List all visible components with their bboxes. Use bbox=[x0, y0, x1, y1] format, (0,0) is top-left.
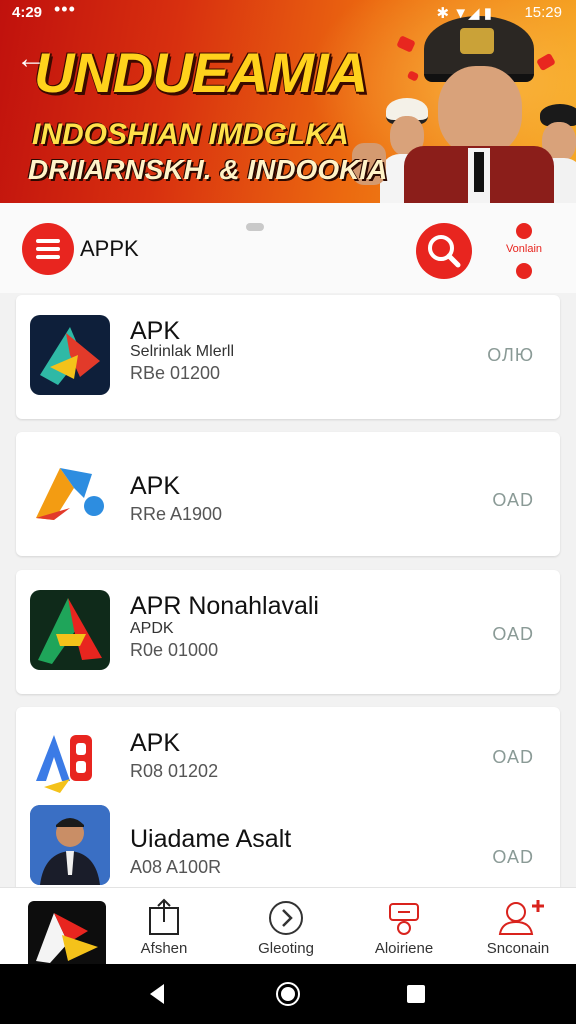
play-circle-icon bbox=[269, 901, 303, 935]
search-label[interactable]: APPK bbox=[80, 236, 139, 262]
alarm-icon bbox=[389, 903, 419, 935]
app-logo[interactable] bbox=[28, 901, 106, 965]
app-card[interactable]: APK R08 01202 ОАD Uiadame Asalt A08 A100… bbox=[16, 707, 560, 897]
status-time: 4:29 bbox=[12, 4, 43, 21]
banner-title: UNDUEAMIA bbox=[34, 41, 368, 104]
main-content: APPK Vonlain APK Selrinlak Mlerll RBe 01… bbox=[0, 203, 576, 897]
app-title: APK bbox=[130, 729, 181, 757]
app-icon bbox=[30, 315, 110, 395]
status-icons: ✱ ▼◢ ▮ bbox=[436, 5, 492, 22]
back-icon[interactable] bbox=[146, 982, 170, 1006]
nav-item-share[interactable]: Afshen bbox=[114, 896, 214, 962]
system-navigation-bar bbox=[0, 964, 576, 1024]
menu-icon bbox=[36, 239, 60, 243]
app-icon bbox=[30, 452, 110, 532]
app-meta: RBe 01200 bbox=[130, 363, 221, 383]
share-icon bbox=[149, 898, 179, 935]
nav-item-play[interactable]: Gleoting bbox=[236, 896, 336, 962]
app-subtitle: APDK bbox=[130, 620, 174, 637]
confetti-decoration bbox=[536, 52, 556, 72]
app-meta: R0e 01000 bbox=[130, 640, 219, 660]
app-card[interactable]: APK Selrinlak Mlerll RBe 01200 ОЛЮ bbox=[16, 295, 560, 419]
status-clock: 15:29 bbox=[524, 4, 562, 21]
banner-subtitle-1: INDOSHIAN IMDGLKA bbox=[32, 118, 349, 151]
search-row: APPK Vonlain bbox=[0, 203, 576, 293]
menu-icon bbox=[36, 247, 60, 251]
account-dot-icon bbox=[516, 263, 532, 279]
promo-banner[interactable]: 4:29 ••• ✱ ▼◢ ▮ 15:29 ← UNDUEAMIA INDOSH… bbox=[0, 0, 576, 203]
menu-icon bbox=[36, 255, 60, 259]
nav-label: Snconain bbox=[486, 940, 550, 957]
home-icon[interactable] bbox=[274, 980, 302, 1008]
app-subtitle: Selrinlak Mlerll bbox=[130, 343, 235, 360]
nav-item-add-user[interactable]: Snconain bbox=[468, 896, 568, 962]
app-title: APR Nonahlavali bbox=[130, 592, 319, 620]
nav-label: Aloiriene bbox=[374, 940, 434, 957]
nav-label: Afshen bbox=[140, 940, 188, 957]
app-card[interactable]: APR Nonahlavali APDK R0e 01000 ОАD bbox=[16, 570, 560, 694]
app-action-label[interactable]: ОЛЮ bbox=[487, 345, 534, 366]
app-action-label[interactable]: ОАD bbox=[492, 490, 534, 511]
app-action-label[interactable]: ОАD bbox=[492, 847, 534, 868]
app-card[interactable]: APK RRe A1900 ОАD bbox=[16, 432, 560, 556]
account-label: Vonlain bbox=[505, 243, 543, 255]
confetti-decoration bbox=[406, 70, 420, 82]
search-icon bbox=[428, 235, 461, 268]
add-user-icon bbox=[498, 900, 544, 935]
notification-dots: ••• bbox=[54, 0, 76, 19]
list-item[interactable]: APK RRe A1900 ОАD bbox=[16, 438, 560, 548]
app-meta: R08 01202 bbox=[130, 761, 219, 781]
nav-item-alarm[interactable]: Aloiriene bbox=[354, 896, 454, 962]
menu-button[interactable] bbox=[22, 223, 74, 275]
banner-subtitle-2: DRIIARNSKH. & INDOOKIA bbox=[28, 154, 388, 185]
app-action-label[interactable]: ОАD bbox=[492, 747, 534, 768]
back-arrow-icon[interactable]: ← bbox=[16, 44, 46, 74]
status-bar: 4:29 ••• ✱ ▼◢ ▮ 15:29 bbox=[0, 0, 576, 26]
search-button[interactable] bbox=[416, 223, 472, 279]
app-meta: A08 A100R bbox=[130, 857, 222, 877]
app-action-label[interactable]: ОАD bbox=[492, 624, 534, 645]
app-icon bbox=[30, 590, 110, 670]
nav-label: Gleoting bbox=[258, 940, 314, 957]
confetti-decoration bbox=[396, 35, 416, 53]
drag-handle bbox=[246, 223, 264, 231]
list-item[interactable]: APK Selrinlak Mlerll RBe 01200 ОЛЮ bbox=[16, 301, 560, 411]
account-dot-icon bbox=[516, 223, 532, 239]
app-title: Uiadame Asalt bbox=[130, 825, 292, 853]
recents-icon[interactable] bbox=[405, 983, 427, 1005]
list-item[interactable]: APR Nonahlavali APDK R0e 01000 ОАD bbox=[16, 576, 560, 686]
app-meta: RRe A1900 bbox=[130, 504, 223, 524]
app-icon bbox=[30, 721, 110, 801]
app-title: APK bbox=[130, 317, 181, 345]
app-icon bbox=[30, 805, 110, 885]
account-button[interactable]: Vonlain bbox=[492, 217, 556, 281]
app-title: APK bbox=[130, 472, 181, 500]
bottom-navigation: Afshen Gleoting Aloiriene Snconain bbox=[0, 887, 576, 965]
